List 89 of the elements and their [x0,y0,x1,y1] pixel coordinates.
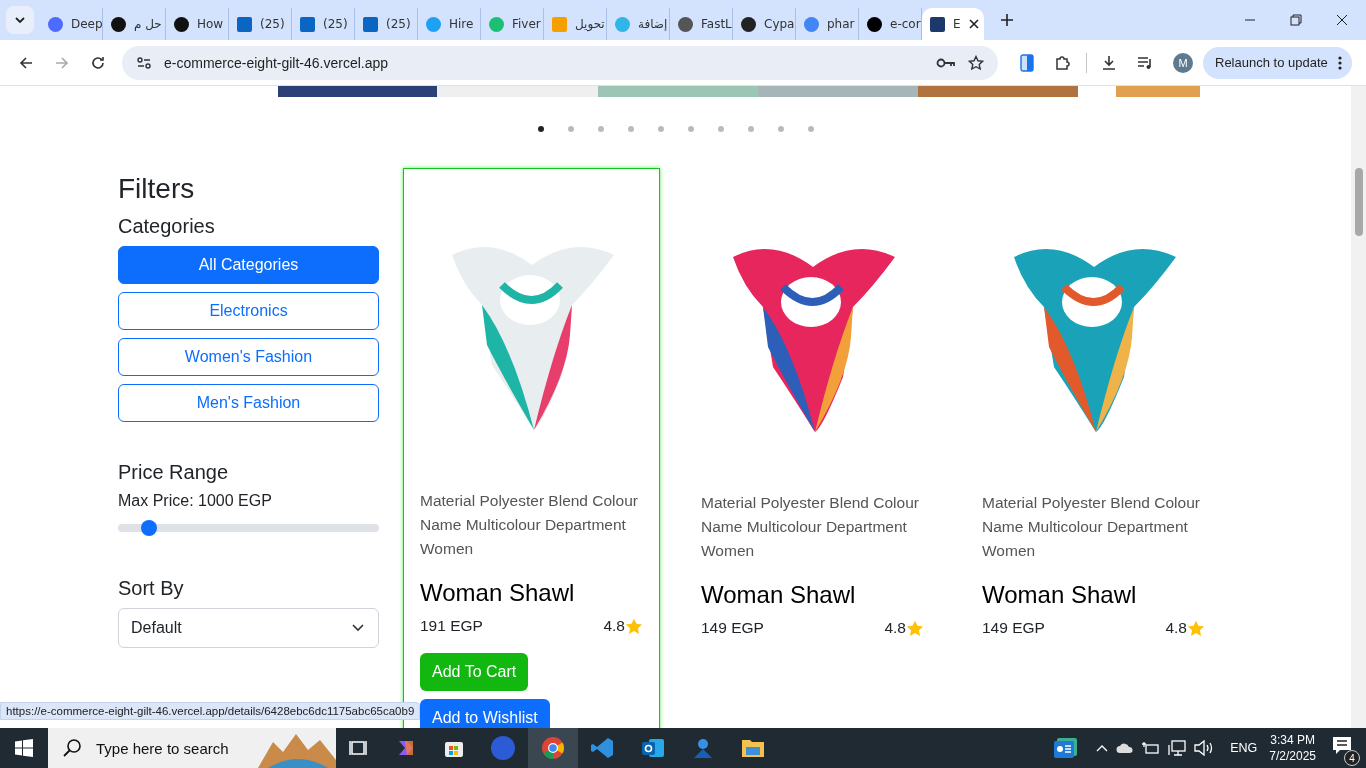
battery-icon[interactable] [1142,741,1161,755]
code-editor-icon[interactable] [591,736,615,760]
status-url: https://e-commerce-eight-gilt-46.vercel.app/details/6428ebc6dc1175abc65ca0b9 [0,702,421,720]
restore-icon[interactable] [1290,14,1302,26]
chevron-down-icon [352,623,364,632]
carousel-dot[interactable] [568,126,574,132]
product-description: Material Polyester Blend Colour Name Multicolour Department Women [982,493,1201,561]
download-icon[interactable] [1101,54,1117,71]
max-price-label: Max Price: 1000 EGP [118,491,273,510]
circle-icon [489,16,504,32]
news-icon[interactable] [1053,736,1080,760]
windows-start-icon[interactable] [15,739,33,757]
chevron-down-icon [14,16,26,24]
rating-value: 4.8 [603,617,625,635]
square-icon [237,16,252,32]
circle-icon [804,16,819,32]
filters-heading: Filters [118,172,196,206]
square-icon [930,16,945,32]
carousel-dot[interactable] [688,126,694,132]
close-icon[interactable] [1336,14,1348,26]
circle-icon [174,16,189,32]
categories-heading: Categories [118,213,216,238]
app-icon[interactable] [491,736,515,760]
relaunch-button[interactable]: Relaunch to update [1203,46,1352,79]
category-button[interactable]: Men's Fashion [118,383,379,422]
sort-dropdown[interactable]: Default [118,607,379,648]
notification-count: 4 [1344,750,1360,766]
product-price: 149 EGP [982,619,1045,637]
star-icon [1187,619,1205,637]
volume-icon[interactable] [1194,740,1215,756]
cloud-icon[interactable] [1116,742,1135,754]
sort-by-heading: Sort By [118,575,185,600]
new-tab-icon[interactable] [1000,13,1014,27]
profile-avatar[interactable]: M [1173,52,1193,73]
mail-icon[interactable] [641,736,665,760]
tab-search-button[interactable] [6,6,34,34]
site-settings-icon[interactable] [136,54,152,71]
square-icon [300,16,315,32]
browser-tab[interactable]: E [922,8,984,40]
product-price: 149 EGP [701,619,764,637]
square-icon [363,16,378,32]
product-card[interactable]: Material Polyester Blend Colour Name Multicolour Department Women Woman Shawl 149 EGP 4.8 [965,168,1222,728]
rating-value: 4.8 [1165,619,1187,637]
star-icon [906,619,924,637]
product-title: Woman Shawl [420,579,576,607]
carousel-dot[interactable] [718,126,724,132]
square-icon [552,16,567,32]
more-icon[interactable] [1337,55,1342,70]
chevron-up-icon[interactable] [1096,744,1109,752]
carousel-dot[interactable] [658,126,664,132]
carousel-dot[interactable] [808,126,814,132]
product-title: Woman Shawl [982,581,1138,609]
notification-icon[interactable] [1332,736,1354,756]
product-description: Material Polyester Blend Colour Name Multicolour Department Women [420,491,639,559]
carousel-dot[interactable] [598,126,604,132]
carousel-dot[interactable] [538,126,544,132]
star-icon[interactable] [968,54,984,71]
product-price: 191 EGP [420,617,483,635]
product-card[interactable]: Material Polyester Blend Colour Name Multicolour Department Women Woman Shawl 149 EGP 4.8 [684,168,941,728]
puzzle-icon[interactable] [1054,53,1072,72]
carousel-dot[interactable] [778,126,784,132]
address-bar[interactable]: e-commerce-eight-gilt-46.vercel.app [122,45,998,80]
clock[interactable]: 3:34 PM 7/2/2025 [1269,733,1316,763]
close-icon[interactable] [968,19,979,29]
rating-value: 4.8 [884,619,906,637]
folder-icon[interactable] [741,737,765,759]
price-range-heading: Price Range [118,459,230,484]
category-button[interactable]: Women's Fashion [118,337,379,376]
star-icon [625,617,643,635]
category-button[interactable]: Electronics [118,291,379,330]
back-arrow-icon[interactable] [18,54,34,71]
product-title: Woman Shawl [701,581,857,609]
chrome-icon[interactable] [528,728,578,768]
reload-icon[interactable] [90,54,106,71]
copy-icon[interactable] [1020,53,1034,72]
network-icon[interactable] [1168,740,1187,756]
slider-thumb[interactable] [141,519,158,536]
category-button[interactable]: All Categories [118,245,379,284]
carousel-dot[interactable] [628,126,634,132]
key-icon[interactable] [936,56,956,69]
task-view-icon[interactable] [349,739,369,757]
carousel-dot[interactable] [748,126,754,132]
scrollbar[interactable] [1351,86,1366,728]
search-icon [62,738,82,758]
language-indicator[interactable]: ENG [1230,741,1258,755]
add-to-wishlist-button[interactable]: Add to Wishlist [420,699,550,728]
media-icon[interactable] [1137,54,1153,71]
taskbar-search-field[interactable]: Type here to search [48,728,336,768]
product-description: Material Polyester Blend Colour Name Multicolour Department Women [701,493,920,561]
